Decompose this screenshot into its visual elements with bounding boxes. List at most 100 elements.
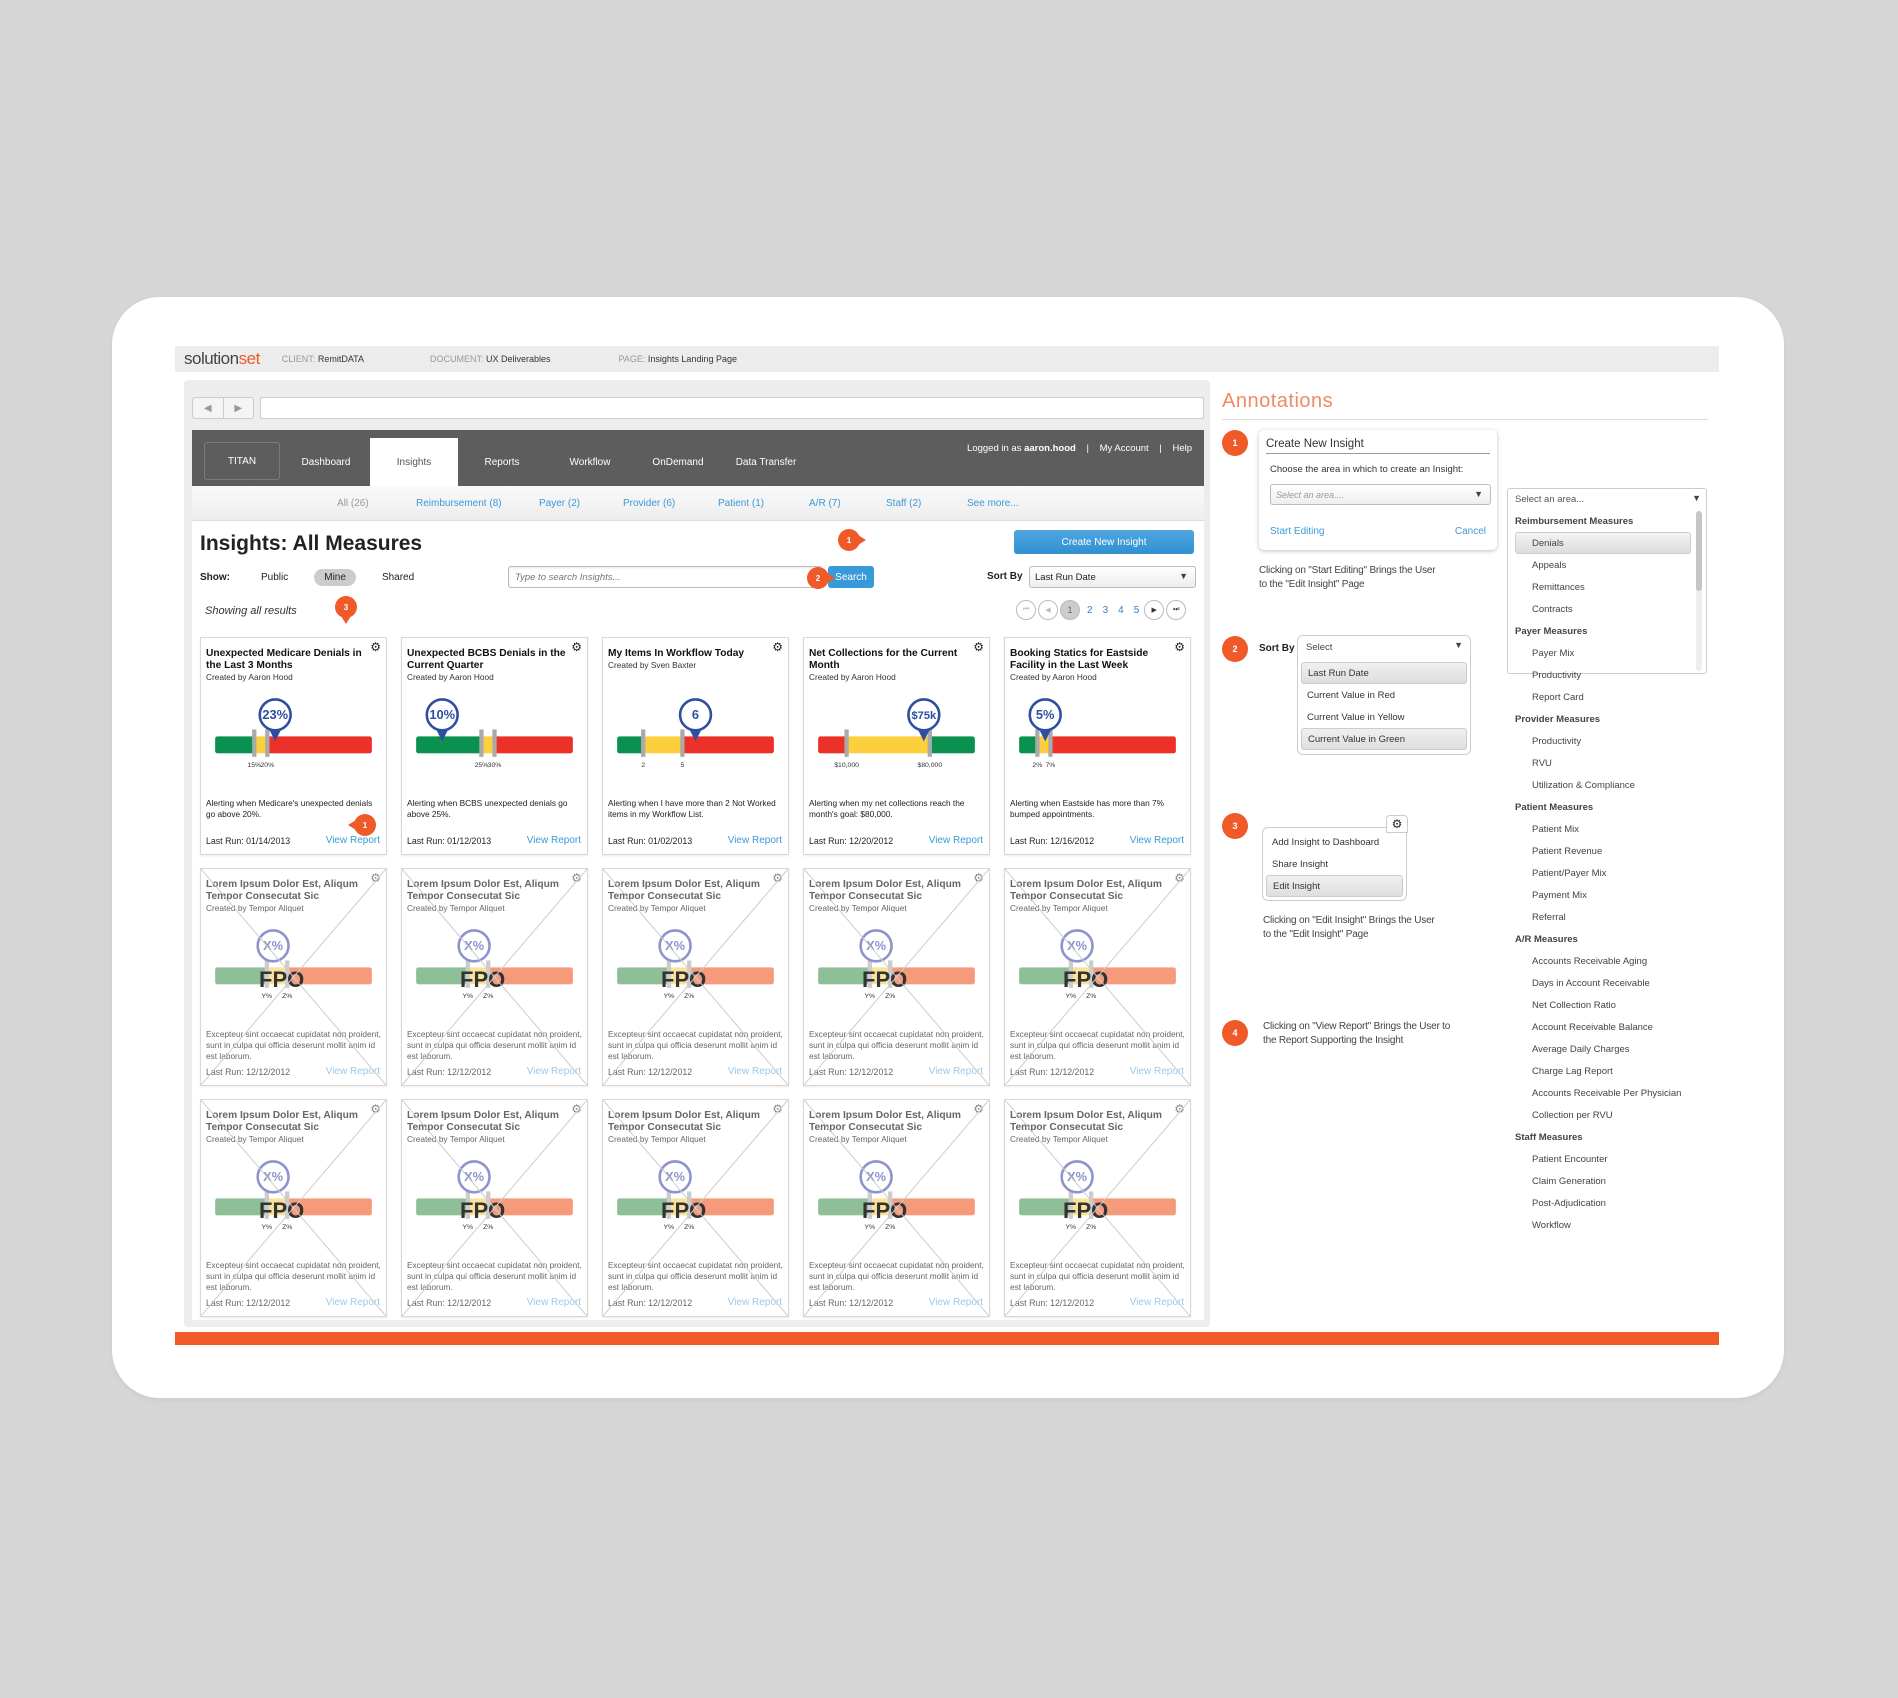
filter-link[interactable]: Payer (2) <box>539 498 580 509</box>
area-option[interactable]: Denials <box>1515 532 1691 554</box>
url-bar[interactable] <box>260 397 1204 419</box>
area-option[interactable]: Utilization & Compliance <box>1507 774 1697 796</box>
nav-tab-dashboard[interactable]: Dashboard <box>282 438 370 486</box>
area-option[interactable]: Average Daily Charges <box>1507 1038 1697 1060</box>
nav-tab-data-transfer[interactable]: Data Transfer <box>722 438 810 486</box>
cancel-link[interactable]: Cancel <box>1455 526 1486 537</box>
view-report-link[interactable]: View Report <box>527 1297 581 1308</box>
show-public-pill[interactable]: Public <box>251 569 298 586</box>
gear-icon[interactable]: ⚙ <box>1174 640 1185 654</box>
view-report-link[interactable]: View Report <box>728 835 782 846</box>
titan-brand-button[interactable]: TITAN <box>204 442 280 480</box>
gear-icon[interactable]: ⚙ <box>1174 871 1185 885</box>
filter-link[interactable]: Reimbursement (8) <box>416 498 502 509</box>
filter-link[interactable]: See more... <box>967 498 1019 509</box>
sort-select-value[interactable]: Select ▼ <box>1298 636 1470 658</box>
filter-link[interactable]: Provider (6) <box>623 498 675 509</box>
view-report-link[interactable]: View Report <box>929 835 983 846</box>
area-option[interactable]: Claim Generation <box>1507 1170 1697 1192</box>
gear-icon[interactable]: ⚙ <box>772 871 783 885</box>
view-report-link[interactable]: View Report <box>728 1066 782 1077</box>
view-report-link[interactable]: View Report <box>1130 1066 1184 1077</box>
area-option[interactable]: Productivity <box>1507 664 1697 686</box>
page-link[interactable]: 2 <box>1087 605 1093 616</box>
back-arrow-icon[interactable]: ◀ <box>193 398 224 418</box>
gear-icon[interactable]: ⚙ <box>973 640 984 654</box>
help-link[interactable]: Help <box>1172 443 1192 454</box>
area-option[interactable]: Payer Mix <box>1507 642 1697 664</box>
filter-link[interactable]: All (26) <box>337 498 369 509</box>
gear-icon[interactable]: ⚙ <box>370 1102 381 1116</box>
filter-link[interactable]: Patient (1) <box>718 498 764 509</box>
gear-menu-item[interactable]: Share Insight <box>1266 853 1403 875</box>
area-option[interactable]: Net Collection Ratio <box>1507 994 1697 1016</box>
first-page-icon[interactable]: ⏮ <box>1016 600 1036 620</box>
gear-icon[interactable]: ⚙ <box>1387 816 1407 832</box>
area-option[interactable]: Patient/Payer Mix <box>1507 862 1697 884</box>
create-new-insight-button[interactable]: Create New Insight <box>1014 530 1194 554</box>
forward-arrow-icon[interactable]: ▶ <box>224 398 254 418</box>
search-input[interactable] <box>515 571 785 583</box>
sort-option[interactable]: Current Value in Green <box>1301 728 1467 750</box>
view-report-link[interactable]: View Report <box>1130 835 1184 846</box>
show-mine-pill[interactable]: Mine <box>314 569 356 586</box>
view-report-link[interactable]: View Report <box>1130 1297 1184 1308</box>
area-option[interactable]: Payment Mix <box>1507 884 1697 906</box>
view-report-link[interactable]: View Report <box>728 1297 782 1308</box>
show-shared-pill[interactable]: Shared <box>372 569 424 586</box>
sort-option[interactable]: Current Value in Yellow <box>1301 706 1467 728</box>
nav-tab-workflow[interactable]: Workflow <box>546 438 634 486</box>
view-report-link[interactable]: View Report <box>326 835 380 846</box>
area-option[interactable]: Collection per RVU <box>1507 1104 1697 1126</box>
filter-link[interactable]: A/R (7) <box>809 498 841 509</box>
view-report-link[interactable]: View Report <box>929 1297 983 1308</box>
area-select-value[interactable]: Select an area... <box>1507 488 1697 510</box>
page-link[interactable]: 5 <box>1134 605 1140 616</box>
area-option[interactable]: Post-Adjudication <box>1507 1192 1697 1214</box>
nav-tab-ondemand[interactable]: OnDemand <box>634 438 722 486</box>
gear-icon[interactable]: ⚙ <box>370 640 381 654</box>
area-option[interactable]: Patient Encounter <box>1507 1148 1697 1170</box>
page-link[interactable]: 4 <box>1118 605 1124 616</box>
view-report-link[interactable]: View Report <box>527 835 581 846</box>
area-option[interactable]: Days in Account Receivable <box>1507 972 1697 994</box>
last-page-icon[interactable]: ⏭ <box>1166 600 1187 620</box>
next-page-icon[interactable]: ▶ <box>1144 600 1165 620</box>
area-option[interactable]: Contracts <box>1507 598 1697 620</box>
gear-icon[interactable]: ⚙ <box>370 871 381 885</box>
gear-icon[interactable]: ⚙ <box>973 871 984 885</box>
prev-page-icon[interactable]: ◀ <box>1038 600 1058 620</box>
area-option[interactable]: Workflow <box>1507 1214 1697 1236</box>
area-option[interactable]: Report Card <box>1507 686 1697 708</box>
area-option[interactable]: Patient Revenue <box>1507 840 1697 862</box>
area-option[interactable]: Accounts Receivable Aging <box>1507 950 1697 972</box>
sort-option[interactable]: Current Value in Red <box>1301 684 1467 706</box>
gear-icon[interactable]: ⚙ <box>973 1102 984 1116</box>
gear-menu-item[interactable]: Edit Insight <box>1266 875 1403 897</box>
view-report-link[interactable]: View Report <box>326 1297 380 1308</box>
filter-link[interactable]: Staff (2) <box>886 498 921 509</box>
page-current[interactable]: 1 <box>1060 600 1080 620</box>
gear-icon[interactable]: ⚙ <box>571 871 582 885</box>
view-report-link[interactable]: View Report <box>527 1066 581 1077</box>
area-option[interactable]: Referral <box>1507 906 1697 928</box>
area-option[interactable]: Charge Lag Report <box>1507 1060 1697 1082</box>
view-report-link[interactable]: View Report <box>326 1066 380 1077</box>
nav-tab-reports[interactable]: Reports <box>458 438 546 486</box>
area-option[interactable]: Productivity <box>1507 730 1697 752</box>
area-option[interactable]: RVU <box>1507 752 1697 774</box>
area-option[interactable]: Appeals <box>1507 554 1697 576</box>
area-option[interactable]: Accounts Receivable Per Physician <box>1507 1082 1697 1104</box>
my-account-link[interactable]: My Account <box>1100 443 1149 454</box>
area-option[interactable]: Remittances <box>1507 576 1697 598</box>
gear-icon[interactable]: ⚙ <box>571 640 582 654</box>
gear-icon[interactable]: ⚙ <box>772 640 783 654</box>
page-link[interactable]: 3 <box>1103 605 1109 616</box>
view-report-link[interactable]: View Report <box>929 1066 983 1077</box>
sort-by-select[interactable]: Last Run Date ▼ <box>1029 566 1196 588</box>
gear-icon[interactable]: ⚙ <box>772 1102 783 1116</box>
gear-menu-item[interactable]: Add Insight to Dashboard <box>1266 831 1403 853</box>
area-option[interactable]: Account Receivable Balance <box>1507 1016 1697 1038</box>
gear-icon[interactable]: ⚙ <box>1174 1102 1185 1116</box>
search-field[interactable]: ⚲ <box>508 566 822 588</box>
